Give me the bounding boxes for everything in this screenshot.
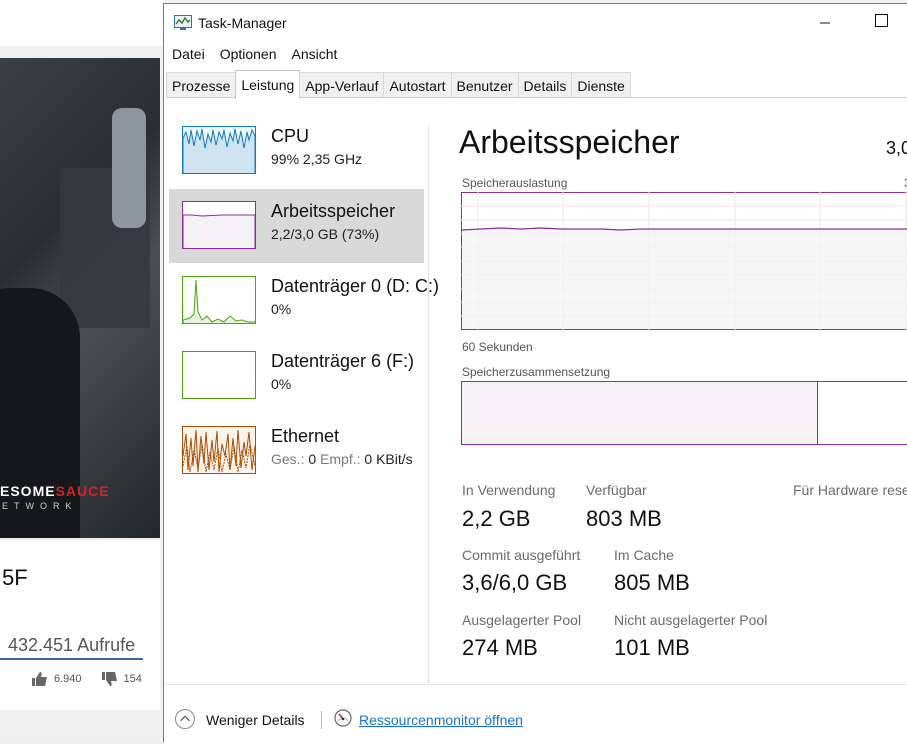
composition-in-use[interactable] [462, 382, 818, 444]
tab-prozesse[interactable]: Prozesse [166, 72, 236, 97]
sidebar-item-ethernet[interactable]: Ethernet Ges.: 0 Empf.: 0 KBit/s [169, 414, 424, 488]
ethernet-send-value: 0 [308, 451, 316, 467]
sidebar-item-disk6[interactable]: Datenträger 6 (F:) 0% [169, 339, 424, 413]
time-range-label: 60 Sekunden [462, 340, 533, 354]
in-use-value: 2,2 GB [462, 506, 530, 532]
channel-logo-sub: ETWORK [2, 501, 78, 511]
memory-usage-chart [461, 192, 907, 330]
composition-chart-label: Speicherzusammensetzung [462, 365, 610, 379]
menu-datei[interactable]: Datei [164, 42, 212, 66]
sidebar-item-disk0[interactable]: Datenträger 0 (D: C:) 0% [169, 264, 424, 338]
cached-value: 805 MB [614, 570, 690, 596]
sidebar-item-memory[interactable]: Arbeitsspeicher 2,2/3,0 GB (73%) [169, 189, 424, 263]
title-bar[interactable]: Task-Manager [164, 4, 907, 42]
paged-pool-label: Ausgelagerter Pool [462, 612, 581, 628]
tab-leistung[interactable]: Leistung [235, 70, 300, 99]
cpu-mini-graph [182, 126, 256, 174]
footer-separator [321, 711, 322, 729]
thumbs-down-icon[interactable] [102, 672, 118, 686]
memory-composition-chart [461, 381, 907, 445]
like-ratio-bar [0, 658, 143, 660]
footer-bar: Weniger Details Ressourcenmonitor öffnen [164, 684, 907, 744]
paged-pool-value: 274 MB [462, 635, 538, 661]
like-dislike-bar: 6.940 154 [32, 672, 142, 686]
task-manager-icon [174, 15, 192, 31]
menu-optionen[interactable]: Optionen [212, 42, 284, 66]
task-manager-window: Task-Manager Datei Optionen Ansicht Proz… [163, 3, 907, 742]
tab-benutzer[interactable]: Benutzer [451, 72, 519, 97]
video-info: 5F 432.451 Aufrufe 6.940 154 [0, 540, 160, 710]
sidebar-ethernet-label: Ethernet [271, 426, 339, 447]
like-count: 6.940 [54, 673, 82, 685]
sidebar-item-cpu[interactable]: CPU 99% 2,35 GHz [169, 114, 424, 188]
sidebar-disk0-label: Datenträger 0 (D: C:) [271, 276, 439, 297]
page-title: Arbeitsspeicher [459, 124, 680, 161]
sidebar-disk6-value: 0% [271, 376, 291, 392]
sidebar-disk6-label: Datenträger 6 (F:) [271, 351, 414, 372]
sidebar-memory-label: Arbeitsspeicher [271, 201, 395, 222]
disk0-mini-graph [182, 276, 256, 324]
available-label: Verfügbar [586, 482, 647, 498]
committed-value: 3,6/6,0 GB [462, 570, 567, 596]
cached-label: Im Cache [614, 547, 674, 563]
nonpaged-pool-value: 101 MB [614, 635, 690, 661]
view-count: 432.451 Aufrufe [8, 635, 135, 656]
ethernet-mini-graph [182, 426, 256, 474]
browser-header [0, 0, 165, 46]
ethernet-send-label: Ges.: [271, 451, 304, 467]
thumbs-up-icon[interactable] [32, 672, 48, 686]
ethernet-recv-value: 0 KBit/s [364, 451, 412, 467]
memory-total: 3,0 [886, 138, 907, 159]
hw-reserved-label: Für Hardware rese [793, 482, 907, 498]
sidebar-disk0-value: 0% [271, 301, 291, 317]
maximize-icon[interactable] [875, 14, 888, 27]
menu-bar: Datei Optionen Ansicht [164, 42, 344, 66]
channel-logo: ESOMESAUCE [0, 483, 110, 499]
in-use-label: In Verwendung [462, 482, 555, 498]
tab-dienste[interactable]: Dienste [571, 72, 630, 97]
tab-details[interactable]: Details [518, 72, 573, 97]
tab-app-verlauf[interactable]: App-Verlauf [299, 72, 384, 97]
usage-area [462, 228, 907, 329]
nonpaged-pool-label: Nicht ausgelagerter Pool [614, 612, 767, 628]
chevron-up-icon[interactable] [175, 709, 195, 729]
usage-chart-label: Speicherauslastung [462, 176, 567, 190]
sidebar-memory-value: 2,2/3,0 GB (73%) [271, 226, 379, 242]
window-title: Task-Manager [198, 15, 287, 31]
tab-bar: Prozesse Leistung App-Verlauf Autostart … [166, 72, 907, 98]
minimize-icon[interactable] [815, 13, 835, 33]
resource-monitor-icon[interactable] [334, 709, 352, 727]
available-value: 803 MB [586, 506, 662, 532]
dislike-count: 154 [124, 673, 142, 685]
video-bottle [112, 108, 146, 228]
menu-ansicht[interactable]: Ansicht [284, 42, 345, 66]
sidebar-cpu-value: 99% 2,35 GHz [271, 151, 362, 167]
disk6-mini-graph [182, 351, 256, 399]
video-thumbnail[interactable]: ESOMESAUCE ETWORK [0, 58, 160, 538]
fewer-details-button[interactable]: Weniger Details [206, 712, 305, 728]
pane-divider[interactable] [428, 126, 429, 683]
video-title[interactable]: 5F [2, 565, 28, 591]
tab-autostart[interactable]: Autostart [383, 72, 451, 97]
sidebar-ethernet-value: Ges.: 0 Empf.: 0 KBit/s [271, 451, 413, 467]
ethernet-recv-label: Empf.: [320, 451, 360, 467]
sidebar-cpu-label: CPU [271, 126, 309, 147]
committed-label: Commit ausgeführt [462, 547, 580, 563]
memory-mini-graph [182, 201, 256, 249]
resource-monitor-link[interactable]: Ressourcenmonitor öffnen [359, 712, 523, 728]
